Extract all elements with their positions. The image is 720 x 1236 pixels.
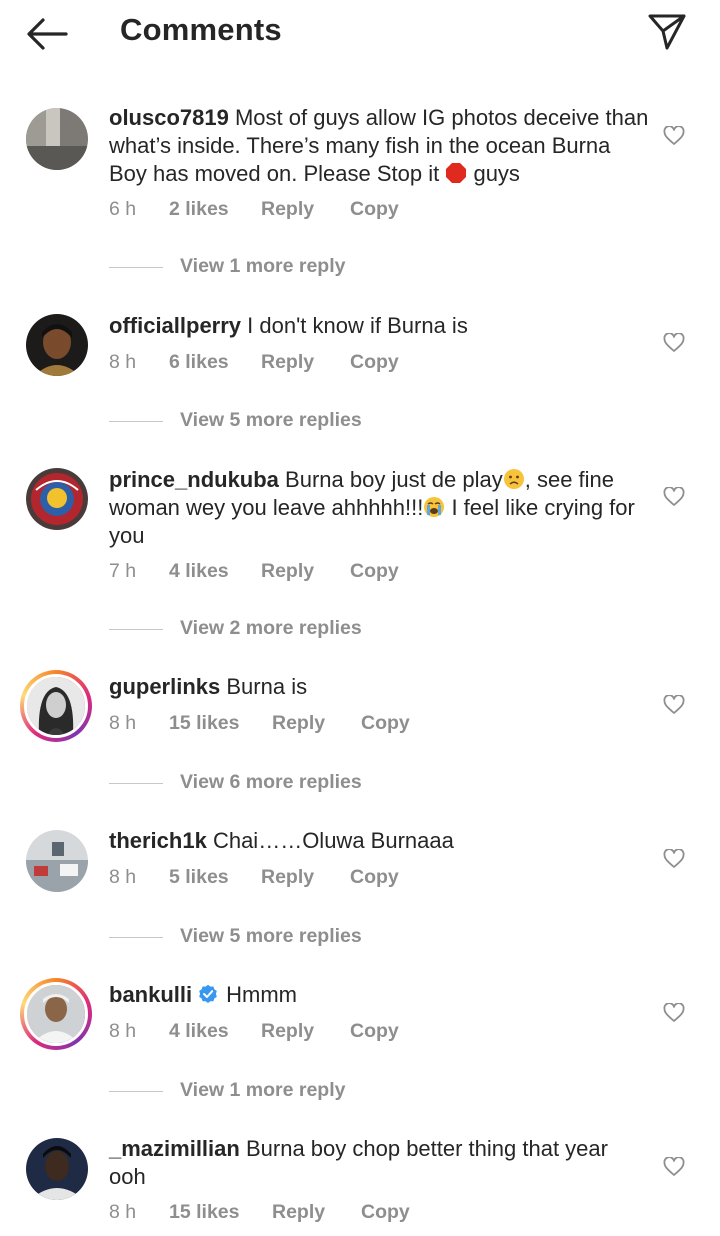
worried-face-emoji-icon [503, 469, 524, 489]
replies-divider [109, 783, 163, 784]
replies-divider [109, 421, 163, 422]
comment-username[interactable]: _mazimillian [109, 1136, 240, 1161]
reply-button[interactable]: Reply [272, 1201, 325, 1224]
comment-text: therich1k Chai……Oluwa Burnaaa [109, 827, 649, 855]
comment-body: Hmmm [226, 982, 297, 1007]
comment-text: guperlinks Burna is [109, 673, 649, 701]
heart-icon[interactable] [663, 1157, 685, 1177]
heart-icon[interactable] [663, 695, 685, 715]
comment-username[interactable]: guperlinks [109, 674, 220, 699]
copy-button[interactable]: Copy [350, 866, 399, 889]
heart-icon[interactable] [663, 126, 685, 146]
reply-button[interactable]: Reply [261, 198, 314, 221]
verified-badge-icon [199, 984, 217, 1003]
comment-username[interactable]: prince_ndukuba [109, 467, 279, 492]
comment-time: 8 h [109, 1020, 137, 1042]
comment-username[interactable]: therich1k [109, 828, 207, 853]
comment-text: _mazimillian Burna boy chop better thing… [109, 1135, 649, 1191]
likes-count[interactable]: 4 likes [169, 560, 229, 583]
copy-button[interactable]: Copy [350, 198, 399, 221]
comment-body-end: guys [473, 161, 520, 186]
likes-count[interactable]: 6 likes [169, 351, 229, 374]
back-arrow-icon[interactable] [24, 14, 70, 54]
reply-button[interactable]: Reply [261, 1020, 314, 1043]
heart-icon[interactable] [663, 1003, 685, 1023]
send-icon[interactable] [646, 12, 688, 52]
heart-icon[interactable] [663, 333, 685, 353]
heart-icon[interactable] [663, 487, 685, 507]
comment-username[interactable]: officiallperry [109, 313, 241, 338]
replies-divider [109, 1091, 163, 1092]
comment-text: officiallperry I don't know if Burna is [109, 312, 649, 340]
comment-time: 7 h [109, 560, 137, 582]
copy-button[interactable]: Copy [350, 1020, 399, 1043]
comment-text: olusco7819 Most of guys allow IG photos … [109, 104, 649, 188]
reply-button[interactable]: Reply [261, 866, 314, 889]
comment-time: 8 h [109, 712, 137, 734]
reply-button[interactable]: Reply [272, 712, 325, 735]
avatar[interactable] [26, 1138, 88, 1200]
comment-username[interactable]: olusco7819 [109, 105, 229, 130]
likes-count[interactable]: 15 likes [169, 712, 239, 735]
reply-button[interactable]: Reply [261, 560, 314, 583]
comment-time: 8 h [109, 1201, 137, 1223]
comment-body: Chai……Oluwa Burnaaa [212, 828, 454, 853]
view-replies-label[interactable]: View 1 more reply [180, 1079, 345, 1102]
avatar[interactable] [26, 468, 88, 530]
comment-username[interactable]: bankulli [109, 982, 192, 1007]
avatar-with-story-ring[interactable] [20, 978, 92, 1050]
replies-divider [109, 267, 163, 268]
stop-sign-emoji-icon [446, 163, 467, 183]
avatar-with-story-ring[interactable] [20, 670, 92, 742]
view-replies-label[interactable]: View 5 more replies [180, 409, 362, 432]
comment-time: 8 h [109, 866, 137, 888]
avatar[interactable] [26, 830, 88, 892]
header: Comments [0, 0, 720, 70]
copy-button[interactable]: Copy [361, 1201, 410, 1224]
comment-time: 8 h [109, 351, 137, 373]
replies-divider [109, 937, 163, 938]
likes-count[interactable]: 5 likes [169, 866, 229, 889]
copy-button[interactable]: Copy [350, 351, 399, 374]
view-replies-label[interactable]: View 2 more replies [180, 617, 362, 640]
replies-divider [109, 629, 163, 630]
avatar[interactable] [26, 314, 88, 376]
comment-text: prince_ndukuba Burna boy just de play , … [109, 466, 649, 550]
view-replies-label[interactable]: View 1 more reply [180, 255, 345, 278]
view-replies-label[interactable]: View 5 more replies [180, 925, 362, 948]
likes-count[interactable]: 4 likes [169, 1020, 229, 1043]
comment-text: bankulli Hmmm [109, 981, 649, 1009]
copy-button[interactable]: Copy [350, 560, 399, 583]
likes-count[interactable]: 2 likes [169, 198, 229, 221]
reply-button[interactable]: Reply [261, 351, 314, 374]
page-title: Comments [120, 12, 282, 47]
crying-face-emoji-icon [424, 497, 445, 517]
copy-button[interactable]: Copy [361, 712, 410, 735]
comment-time: 6 h [109, 198, 137, 220]
comment-body: I don't know if Burna is [247, 313, 468, 338]
comment-body: Burna is [226, 674, 308, 699]
likes-count[interactable]: 15 likes [169, 1201, 239, 1224]
comment-body: Burna boy just de play [285, 467, 503, 492]
view-replies-label[interactable]: View 6 more replies [180, 771, 362, 794]
comments-screen: Comments olusco7819 Most of guys allow I… [0, 0, 720, 1236]
heart-icon[interactable] [663, 849, 685, 869]
avatar[interactable] [26, 108, 88, 170]
